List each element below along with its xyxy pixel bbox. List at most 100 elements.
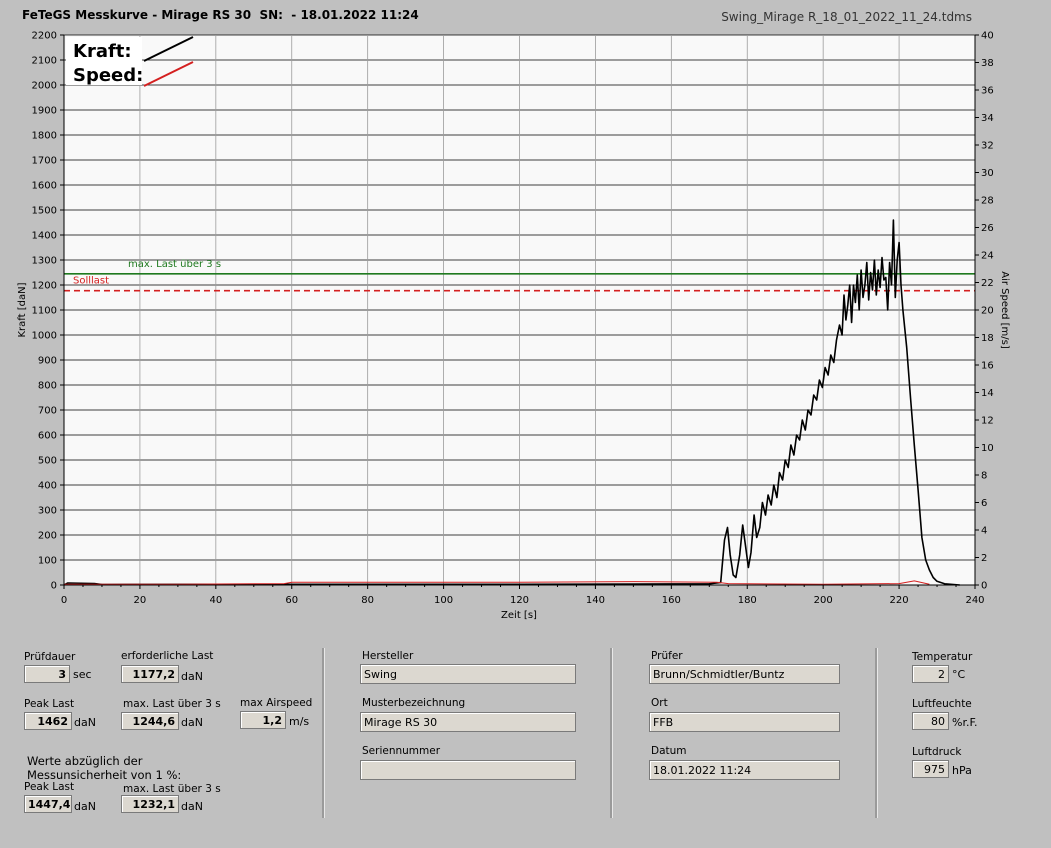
y2-tick-label: 0 xyxy=(981,581,987,592)
max-last-3s-corr-label: max. Last über 3 s xyxy=(123,783,221,795)
pruefer-label: Prüfer xyxy=(651,650,683,662)
y2-tick-label: 30 xyxy=(981,168,994,179)
temperatur-value: 2 xyxy=(912,665,949,683)
hersteller-field[interactable]: Swing xyxy=(360,664,576,684)
y2-tick-label: 12 xyxy=(981,416,994,427)
y-tick-label: 300 xyxy=(38,506,57,517)
y-tick-label: 2200 xyxy=(32,31,57,42)
y-tick-label: 1300 xyxy=(32,256,57,267)
werte-note-line1: Werte abzüglich der xyxy=(27,754,143,768)
x-tick-label: 200 xyxy=(814,595,833,606)
y-tick-label: 1900 xyxy=(32,106,57,117)
temperatur-label: Temperatur xyxy=(912,651,973,663)
pruefdauer-value: 3 xyxy=(24,665,70,683)
max-last-3s-label: max. Last über 3 s xyxy=(123,698,221,710)
y-tick-label: 1400 xyxy=(32,231,57,242)
y2-tick-label: 6 xyxy=(981,498,987,509)
peak-last-corr-value: 1447,4 xyxy=(24,795,72,813)
luftfeuchte-value: 80 xyxy=(912,712,949,730)
y-tick-label: 1700 xyxy=(32,156,57,167)
max-last-3s-value: 1244,6 xyxy=(121,712,179,730)
x-tick-label: 0 xyxy=(61,595,67,606)
y-tick-label: 500 xyxy=(38,456,57,467)
luftfeuchte-unit: %r.F. xyxy=(952,716,978,729)
erforderliche-last-unit: daN xyxy=(181,670,203,683)
panel-separator xyxy=(322,648,325,818)
x-tick-label: 100 xyxy=(434,595,453,606)
ort-label: Ort xyxy=(651,697,668,709)
hersteller-label: Hersteller xyxy=(362,650,414,662)
peak-last-corr-label: Peak Last xyxy=(24,781,75,793)
y2-tick-label: 14 xyxy=(981,388,994,399)
luftdruck-value: 975 xyxy=(912,760,949,778)
y2-tick-label: 28 xyxy=(981,196,994,207)
x-axis-label: Zeit [s] xyxy=(501,610,537,621)
x-tick-label: 220 xyxy=(890,595,909,606)
y2-tick-label: 2 xyxy=(981,553,987,564)
legend-speed-label: Speed: xyxy=(73,65,143,86)
y-tick-label: 1800 xyxy=(32,131,57,142)
max-last-3s-unit: daN xyxy=(181,716,203,729)
y-tick-label: 1000 xyxy=(32,331,57,342)
y-tick-label: 1500 xyxy=(32,206,57,217)
y-tick-label: 2000 xyxy=(32,81,57,92)
pruefdauer-label: Prüfdauer xyxy=(24,651,76,663)
y2-tick-label: 26 xyxy=(981,223,994,234)
max-last-3s-corr-value: 1232,1 xyxy=(121,795,179,813)
solllast-line-label: Solllast xyxy=(73,276,109,287)
panel-separator xyxy=(875,648,878,818)
x-tick-label: 240 xyxy=(965,595,984,606)
y-tick-label: 1600 xyxy=(32,181,57,192)
max-last-3s-line-label: max. Last über 3 s xyxy=(128,259,221,270)
seriennummer-label: Seriennummer xyxy=(362,745,441,757)
y-tick-label: 1200 xyxy=(32,281,57,292)
peak-last-label: Peak Last xyxy=(24,698,75,710)
luftfeuchte-label: Luftfeuchte xyxy=(912,698,972,710)
peak-last-unit: daN xyxy=(74,716,96,729)
y-axis-label: Kraft [daN] xyxy=(17,282,28,337)
x-tick-label: 20 xyxy=(134,595,147,606)
force-speed-chart: max. Last über 3 sSolllast 0100200300400… xyxy=(17,31,1010,622)
y2-tick-label: 10 xyxy=(981,443,994,454)
ort-field[interactable]: FFB xyxy=(649,712,840,732)
x-tick-label: 180 xyxy=(738,595,757,606)
y2-tick-label: 24 xyxy=(981,251,994,262)
y2-tick-label: 34 xyxy=(981,113,994,124)
y-tick-label: 900 xyxy=(38,356,57,367)
y2-axis-label: Air Speed [m/s] xyxy=(999,271,1010,349)
y2-tick-label: 20 xyxy=(981,306,994,317)
luftdruck-label: Luftdruck xyxy=(912,746,962,758)
luftdruck-unit: hPa xyxy=(952,764,972,777)
y-tick-label: 0 xyxy=(51,581,57,592)
y2-tick-label: 22 xyxy=(981,278,994,289)
pruefdauer-unit: sec xyxy=(73,668,92,681)
seriennummer-field[interactable] xyxy=(360,760,576,780)
x-tick-label: 120 xyxy=(510,595,529,606)
datum-field[interactable]: 18.01.2022 11:24 xyxy=(649,760,840,780)
peak-last-corr-unit: daN xyxy=(74,800,96,813)
y-tick-label: 2100 xyxy=(32,56,57,67)
erforderliche-last-label: erforderliche Last xyxy=(121,650,214,662)
musterbezeichnung-field[interactable]: Mirage RS 30 xyxy=(360,712,576,732)
x-tick-label: 80 xyxy=(361,595,374,606)
y2-tick-label: 40 xyxy=(981,31,994,42)
y-tick-label: 700 xyxy=(38,406,57,417)
x-tick-label: 140 xyxy=(586,595,605,606)
y2-tick-label: 8 xyxy=(981,471,987,482)
y2-tick-label: 38 xyxy=(981,58,994,69)
max-last-3s-corr-unit: daN xyxy=(181,800,203,813)
pruefer-field[interactable]: Brunn/Schmidtler/Buntz xyxy=(649,664,840,684)
werte-note-line2: Messunsicherheit von 1 %: xyxy=(27,768,182,782)
legend-kraft-label: Kraft: xyxy=(73,41,132,62)
y2-tick-label: 32 xyxy=(981,141,994,152)
max-airspeed-label: max Airspeed xyxy=(240,697,313,709)
y-tick-label: 600 xyxy=(38,431,57,442)
max-airspeed-value: 1,2 xyxy=(240,711,286,729)
datum-label: Datum xyxy=(651,745,687,757)
peak-last-value: 1462 xyxy=(24,712,72,730)
y-tick-label: 400 xyxy=(38,481,57,492)
y2-tick-label: 16 xyxy=(981,361,994,372)
panel-separator xyxy=(610,648,613,818)
x-tick-label: 160 xyxy=(662,595,681,606)
temperatur-unit: °C xyxy=(952,668,966,681)
